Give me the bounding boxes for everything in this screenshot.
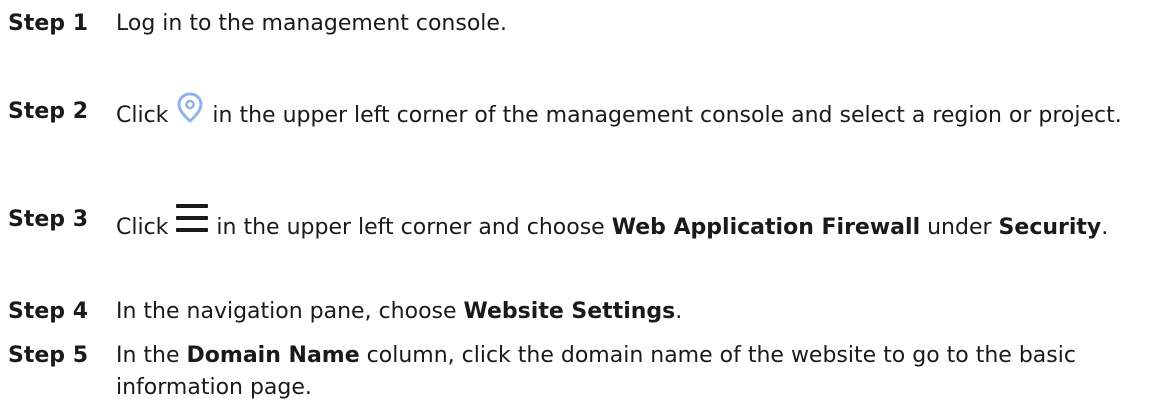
step-3: Step 3 Click in the upper left corner and… — [8, 204, 1158, 244]
step-1-text: Log in to the management console. — [116, 11, 507, 36]
step-3-post3: . — [1101, 215, 1109, 240]
step-text: In the Domain Name column, click the dom… — [116, 340, 1158, 404]
step-label: Step 5 — [8, 343, 88, 368]
step-3-bold1: Web Application Firewall — [611, 215, 921, 240]
step-5-pre: In the — [116, 343, 180, 368]
step-3-post2: under — [927, 215, 992, 240]
step-label: Step 2 — [8, 99, 88, 124]
step-5: Step 5 In the Domain Name column, click … — [8, 340, 1158, 404]
step-3-post1: in the upper left corner and choose — [216, 215, 605, 240]
step-text: Click in the upper left corner of the man… — [116, 92, 1158, 132]
step-text: Log in to the management console. — [116, 8, 1158, 40]
procedure-steps: Step 1 Log in to the management console.… — [0, 0, 1167, 410]
hamburger-menu-icon — [176, 204, 209, 232]
step-4-post: . — [675, 299, 683, 324]
step-4-bold1: Website Settings — [463, 299, 676, 324]
step-label: Step 4 — [8, 299, 88, 324]
location-pin-icon — [177, 92, 203, 123]
step-label: Step 1 — [8, 11, 88, 36]
step-label: Step 3 — [8, 207, 88, 232]
step-3-pre: Click — [116, 215, 169, 240]
step-4-pre: In the navigation pane, choose — [116, 299, 457, 324]
step-2-post: in the upper left corner of the manageme… — [212, 103, 1122, 128]
step-1: Step 1 Log in to the management console. — [8, 8, 1158, 40]
step-text: Click in the upper left corner and choose… — [116, 204, 1158, 244]
step-5-bold1: Domain Name — [186, 343, 360, 368]
step-text: In the navigation pane, choose Website S… — [116, 296, 1158, 328]
step-2-pre: Click — [116, 103, 169, 128]
step-2: Step 2 Click in the upper left corner of … — [8, 92, 1158, 132]
step-4: Step 4 In the navigation pane, choose We… — [8, 296, 1158, 328]
step-3-bold2: Security — [998, 215, 1102, 240]
